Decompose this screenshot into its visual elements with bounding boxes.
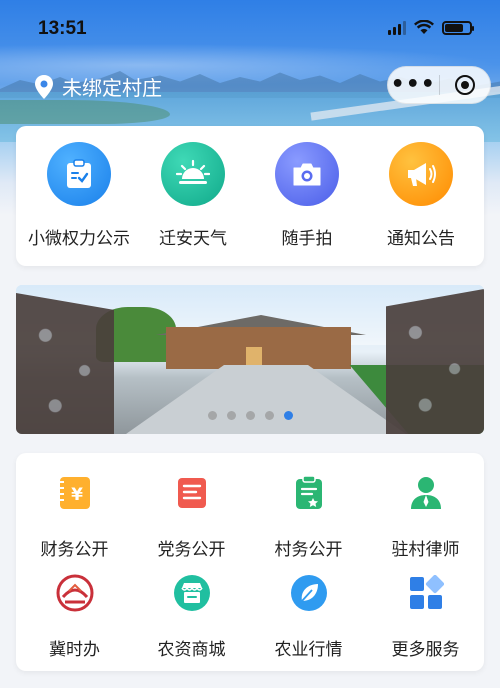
leaf-market-icon [289, 573, 329, 613]
service-more[interactable]: 更多服务 [367, 567, 484, 667]
close-button[interactable] [439, 75, 490, 95]
service-label: 党务公开 [157, 540, 226, 560]
carousel-indicator [16, 411, 484, 420]
carousel-dot[interactable] [207, 411, 217, 420]
quick-entry-notice[interactable]: 通知公告 [364, 126, 478, 266]
quick-entry-weather[interactable]: 迁安天气 [136, 126, 250, 266]
wifi-icon [414, 20, 434, 34]
quick-entry-label: 小微权力公示 [28, 229, 130, 249]
status-bar: 13:51 [0, 0, 500, 56]
location-label: 未绑定村庄 [62, 76, 162, 100]
location-pin-icon [35, 74, 53, 99]
clipboard-check-icon [47, 142, 111, 206]
quick-entry-label: 随手拍 [281, 229, 333, 249]
quick-entry-label: 通知公告 [387, 229, 455, 249]
service-finance[interactable]: ¥ 财务公开 [16, 467, 133, 567]
carousel-dot[interactable] [264, 411, 274, 420]
service-lawyer[interactable]: 驻村律师 [367, 467, 484, 567]
lawyer-person-icon [406, 473, 446, 513]
grid-more-icon [406, 573, 446, 613]
quick-entry-power-disclosure[interactable]: 小微权力公示 [22, 126, 136, 266]
carousel-dot[interactable] [226, 411, 236, 420]
service-label: 村务公开 [274, 540, 343, 560]
more-dots-icon[interactable]: ••• [388, 66, 439, 104]
service-jishiban[interactable]: 冀时办 [16, 567, 133, 667]
signal-icon [388, 20, 406, 35]
miniprogram-capsule: ••• [387, 66, 491, 104]
battery-icon [442, 20, 474, 35]
service-label: 驻村律师 [391, 540, 460, 560]
quick-entry-label: 迁安天气 [159, 229, 227, 249]
quick-entry-snapshot[interactable]: 随手拍 [250, 126, 364, 266]
target-close-icon [454, 75, 475, 95]
service-agri-store[interactable]: 农资商城 [133, 567, 250, 667]
quick-entry-card: 小微权力公示 迁安天气 随手拍 通知公告 [16, 126, 484, 266]
party-document-icon [172, 473, 212, 513]
store-icon [172, 573, 212, 613]
service-agri-market[interactable]: 农业行情 [250, 567, 367, 667]
jishiban-logo-icon [55, 573, 95, 613]
service-label: 冀时办 [49, 640, 100, 660]
carousel-dot-active[interactable] [283, 411, 293, 420]
location-selector[interactable]: 未绑定村庄 [34, 72, 162, 101]
status-time: 13:51 [38, 18, 87, 39]
service-label: 农业行情 [274, 640, 343, 660]
carousel-dot[interactable] [245, 411, 255, 420]
megaphone-icon [389, 142, 453, 206]
service-village[interactable]: 村务公开 [250, 467, 367, 567]
sun-weather-icon [161, 142, 225, 206]
service-label: 更多服务 [391, 640, 460, 660]
service-grid-card: ¥ 财务公开 党务公开 村务公开 驻村律师 冀时办 农资商城 农业行情 更多服务 [16, 453, 484, 671]
svg-text:¥: ¥ [71, 485, 83, 505]
finance-yuan-icon: ¥ [55, 473, 95, 513]
banner-carousel[interactable] [16, 285, 484, 434]
village-document-icon [289, 473, 329, 513]
service-label: 农资商城 [157, 640, 226, 660]
service-label: 财务公开 [40, 540, 109, 560]
service-party[interactable]: 党务公开 [133, 467, 250, 567]
camera-icon [275, 142, 339, 206]
